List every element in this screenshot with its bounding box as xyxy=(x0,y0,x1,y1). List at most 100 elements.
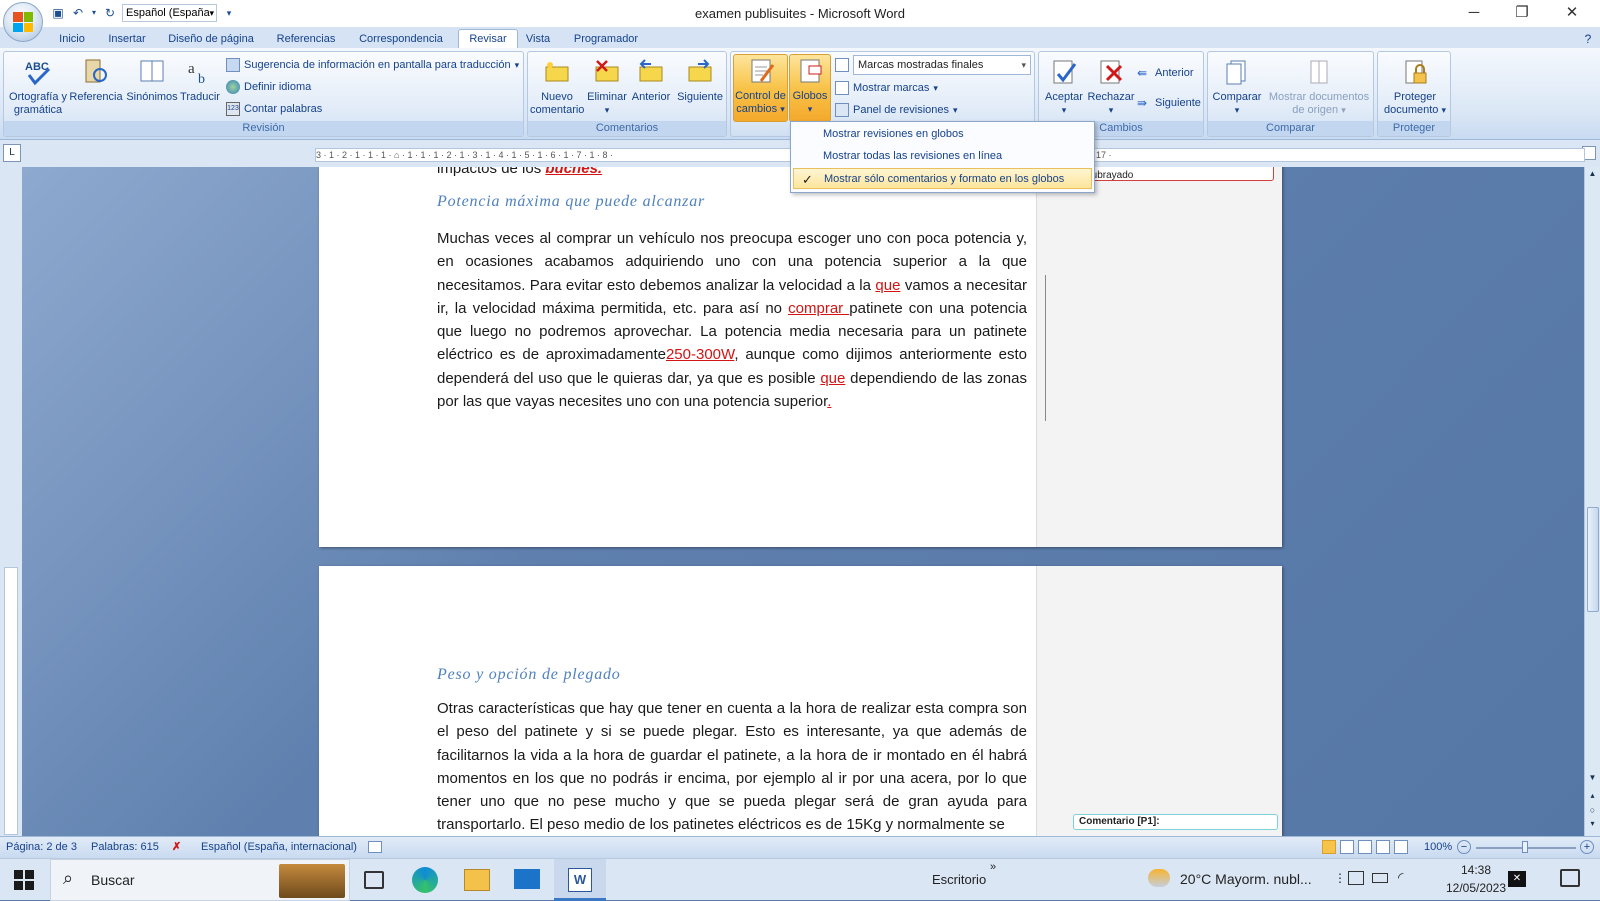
device-icon[interactable] xyxy=(1348,871,1364,885)
review-pane-button[interactable]: Panel de revisiones ▾ xyxy=(835,101,958,119)
word-count[interactable]: Palabras: 615 xyxy=(91,837,159,857)
reject-button[interactable]: Rechazar ▾ xyxy=(1087,56,1135,117)
language-select[interactable]: Español (España xyxy=(122,4,217,22)
notification-icon[interactable] xyxy=(1560,869,1580,887)
web-layout-icon[interactable] xyxy=(1358,840,1372,854)
previous-change-button[interactable]: ⇚ Anterior xyxy=(1137,64,1194,82)
redo-icon[interactable]: ↻ xyxy=(102,5,118,21)
zoom-out-icon[interactable]: − xyxy=(1457,840,1471,854)
tab-insertar[interactable]: Insertar xyxy=(100,30,154,48)
translation-tooltip-button[interactable]: Sugerencia de información en pantalla pa… xyxy=(226,56,519,74)
scroll-up-icon[interactable]: ▲ xyxy=(1585,169,1600,181)
mail-icon[interactable] xyxy=(514,869,540,889)
office-button[interactable] xyxy=(3,2,43,42)
minimize-button[interactable]: ─ xyxy=(1450,0,1498,28)
proofing-icon[interactable]: ✗ xyxy=(172,837,181,857)
tab-selector-button[interactable]: L xyxy=(3,144,21,162)
tab-inicio[interactable]: Inicio xyxy=(52,30,92,48)
show-source-button[interactable]: Mostrar documentos de origen ▾ xyxy=(1266,56,1372,117)
zoom-level[interactable]: 100% xyxy=(1424,837,1452,857)
markup-select[interactable]: Marcas mostradas finales xyxy=(853,55,1031,75)
menu-item-revisions-in-balloons[interactable]: Mostrar revisiones en globos xyxy=(793,124,1092,145)
desktop-toolbar-label[interactable]: Escritorio xyxy=(932,872,986,887)
keyboard-layout-icon[interactable]: ✕ xyxy=(1508,871,1526,887)
close-button[interactable]: ✕ xyxy=(1548,0,1596,28)
track-changes-label: Control de cambios xyxy=(735,90,786,115)
tab-diseno-pagina[interactable]: Diseño de página xyxy=(160,30,262,48)
clock-time[interactable]: 14:38 xyxy=(1448,863,1504,877)
ruler-ticks: 3 · 1 · 2 · 1 · 1 · 1 · ⌂ · 1 · 1 · 1 · … xyxy=(316,150,614,160)
accept-button[interactable]: Aceptar ▾ xyxy=(1041,56,1087,117)
show-markup-button[interactable]: Mostrar marcas ▾ xyxy=(835,79,938,97)
revision-mark[interactable]: 250-300W xyxy=(666,346,734,363)
status-language[interactable]: Español (España, internacional) xyxy=(201,837,357,857)
toolbar-expand-icon[interactable]: » xyxy=(990,861,996,873)
outline-icon[interactable] xyxy=(1376,840,1390,854)
revision-mark[interactable]: . xyxy=(827,393,831,410)
set-language-button[interactable]: Definir idioma xyxy=(226,78,311,96)
track-changes-button[interactable]: Control de cambios ▾ xyxy=(733,54,788,122)
menu-item-revisions-inline[interactable]: Mostrar todas las revisiones en línea xyxy=(793,146,1092,167)
windows-start-icon[interactable] xyxy=(14,870,34,890)
scrollbar-thumb[interactable] xyxy=(1587,507,1599,612)
scroll-down-icon[interactable]: ▼ xyxy=(1585,773,1600,785)
research-button[interactable]: Referencia xyxy=(68,56,124,104)
format-balloon[interactable]: Con formato: Fuente: Negrita, Subrayado xyxy=(1079,167,1274,181)
next-comment-button[interactable]: Siguiente xyxy=(673,56,727,104)
tab-correspondencia[interactable]: Correspondencia xyxy=(350,30,452,48)
balloons-button[interactable]: Globos ▾ xyxy=(789,54,831,122)
word-count-button[interactable]: 123 Contar palabras xyxy=(226,100,322,118)
vertical-ruler[interactable] xyxy=(0,167,22,836)
zoom-in-icon[interactable]: + xyxy=(1580,840,1594,854)
synonyms-button[interactable]: Sinónimos xyxy=(125,56,179,104)
word-taskbar-button[interactable]: W xyxy=(554,859,606,901)
search-box[interactable]: ⌕ Buscar xyxy=(50,859,350,901)
battery-icon[interactable] xyxy=(1372,873,1388,883)
previous-page-icon[interactable]: ▴ xyxy=(1585,791,1600,803)
new-comment-button[interactable]: Nuevo comentario xyxy=(530,56,584,117)
macro-record-icon[interactable] xyxy=(368,841,382,853)
wifi-icon[interactable]: ◜ xyxy=(1398,869,1403,886)
next-page-icon[interactable]: ▾ xyxy=(1585,819,1600,831)
undo-icon[interactable]: ↶ xyxy=(70,5,86,21)
change-bar xyxy=(1045,275,1046,421)
edge-icon[interactable] xyxy=(412,867,438,893)
ribbon-tabs: Inicio Insertar Diseño de página Referen… xyxy=(0,28,1600,49)
weather-text[interactable]: 20°C Mayorm. nubl... xyxy=(1180,871,1312,887)
zoom-slider-thumb[interactable] xyxy=(1522,841,1528,853)
customize-qat-icon[interactable]: ▾ xyxy=(221,5,237,21)
previous-comment-button[interactable]: Anterior xyxy=(628,56,674,104)
restore-button[interactable]: ❐ xyxy=(1498,0,1546,28)
protect-document-button[interactable]: Proteger documento ▾ xyxy=(1380,56,1450,117)
tab-referencias[interactable]: Referencias xyxy=(270,30,342,48)
revision-mark[interactable]: que xyxy=(820,370,845,387)
system-tray-overflow-icon[interactable]: ⋮ xyxy=(1334,871,1346,885)
show-markup-icon xyxy=(835,81,849,95)
clock-date[interactable]: 12/05/2023 xyxy=(1440,881,1512,895)
translate-button[interactable]: ab Traducir xyxy=(178,56,222,104)
reading-layout-icon[interactable] xyxy=(1340,840,1354,854)
undo-dropdown-icon[interactable]: ▾ xyxy=(90,5,98,21)
compare-button[interactable]: Comparar ▾ xyxy=(1210,56,1264,117)
print-layout-icon[interactable] xyxy=(1322,840,1336,854)
draft-icon[interactable] xyxy=(1394,840,1408,854)
menu-item-comments-formatting-only[interactable]: ✓ Mostrar sólo comentarios y formato en … xyxy=(793,168,1092,189)
help-icon[interactable]: ? xyxy=(1580,30,1596,48)
revision-mark[interactable]: que xyxy=(875,277,900,294)
spelling-button[interactable]: ABC Ortografía y gramática xyxy=(8,56,68,117)
tab-revisar[interactable]: Revisar xyxy=(458,29,518,49)
browse-object-icon[interactable]: ○ xyxy=(1585,805,1600,817)
save-icon[interactable]: ▣ xyxy=(50,5,66,21)
comment-balloon[interactable]: Comentario [P1]: xyxy=(1073,814,1278,830)
revision-mark[interactable]: buches. xyxy=(545,167,602,177)
tab-programador[interactable]: Programador xyxy=(566,30,646,48)
file-explorer-icon[interactable] xyxy=(464,869,490,891)
task-view-icon[interactable] xyxy=(364,871,384,889)
next-change-button[interactable]: ⇛ Siguiente xyxy=(1137,94,1201,112)
tab-vista[interactable]: Vista xyxy=(522,30,554,48)
weather-icon[interactable] xyxy=(1148,869,1170,887)
vertical-scrollbar[interactable]: ▲ ▼ ▴ ○ ▾ xyxy=(1584,167,1600,836)
revision-mark[interactable]: comprar xyxy=(788,300,849,317)
delete-comment-button[interactable]: Eliminar ▾ xyxy=(584,56,630,117)
page-count[interactable]: Página: 2 de 3 xyxy=(6,837,77,857)
